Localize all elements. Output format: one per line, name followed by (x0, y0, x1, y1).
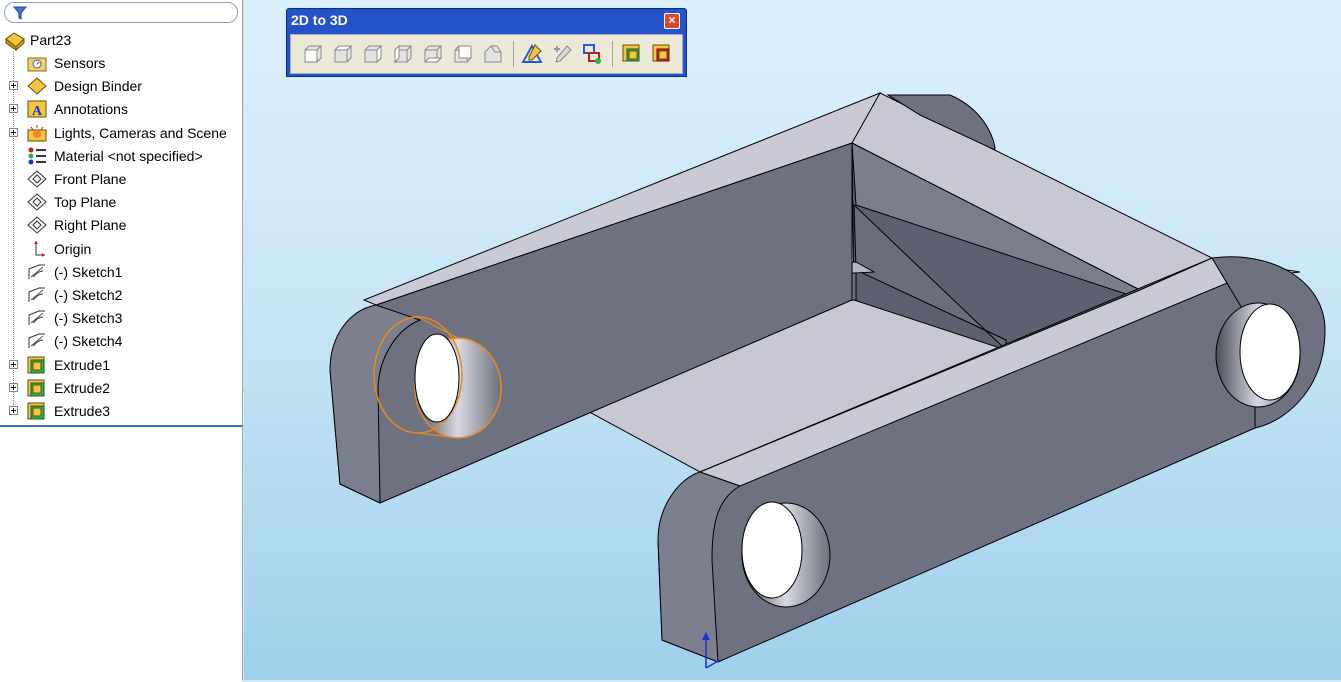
annotations-icon: A (27, 100, 47, 119)
sketch-icon (27, 286, 47, 304)
tree-item-top-plane[interactable]: Top Plane (0, 191, 240, 213)
plane-icon (27, 170, 47, 188)
repair-sketch-icon (583, 44, 601, 64)
part-model[interactable] (244, 0, 1341, 680)
graphics-viewport[interactable] (244, 0, 1341, 680)
2d-to-3d-toolbar[interactable]: 2D to 3D × (286, 8, 687, 77)
plane-icon (27, 216, 47, 235)
expand-icon[interactable] (9, 104, 18, 114)
tree-item-material-not-specified[interactable]: Material <not specified> (0, 145, 240, 167)
tree-item-origin[interactable]: Origin (0, 238, 240, 260)
tree-item-sketch2[interactable]: (-) Sketch2 (0, 284, 240, 306)
toolbar-separator (612, 41, 613, 67)
tree-item-sensors[interactable]: Sensors (0, 52, 240, 74)
right-view-button[interactable] (361, 42, 385, 66)
tree-item-label: (-) Sketch2 (54, 287, 123, 303)
extrude-icon (27, 402, 47, 420)
tree-item-label: Origin (54, 240, 92, 257)
sketch-icon (27, 309, 47, 327)
tree-lower-area (0, 425, 242, 682)
add-to-sketch-icon (554, 45, 572, 63)
close-icon: × (668, 13, 676, 27)
design-binder-icon (27, 77, 47, 95)
bottom-view-icon (423, 45, 443, 63)
extrude-icon (27, 379, 47, 397)
sketch-icon (27, 332, 47, 350)
toolbar-separator (513, 41, 514, 67)
back-view-icon (454, 45, 472, 63)
origin-icon (27, 240, 47, 258)
plane-icon (27, 193, 47, 211)
svg-text:A: A (32, 104, 43, 118)
tree-item-extrude3[interactable]: Extrude3 (0, 400, 240, 422)
tree-item-label: Annotations (54, 101, 128, 118)
tree-item-label: Material <not specified> (54, 147, 203, 164)
sensors-icon (27, 54, 47, 72)
tree-item-label: Extrude3 (54, 403, 111, 419)
tree-item-label: Extrude2 (54, 379, 111, 396)
cut-icon (652, 44, 670, 62)
tree-item-sketch1[interactable]: (-) Sketch1 (0, 261, 240, 283)
expand-icon[interactable] (9, 359, 18, 369)
expand-icon[interactable] (9, 81, 18, 91)
tree-item-label: (-) Sketch3 (54, 310, 123, 327)
tree-root-part[interactable]: Part23 (0, 29, 240, 52)
extrude-button[interactable] (620, 42, 644, 66)
expand-icon[interactable] (9, 127, 18, 137)
repair-sketch-button[interactable] (580, 42, 604, 66)
add-to-sketch-button[interactable] (550, 42, 574, 66)
tree-item-sketch3[interactable]: (-) Sketch3 (0, 307, 240, 329)
right-view-icon (364, 44, 382, 64)
lights-icon (27, 124, 47, 142)
sketch-icon (27, 263, 47, 281)
front-view-button[interactable] (301, 42, 325, 66)
part-icon (4, 31, 25, 52)
tree-item-extrude2[interactable]: Extrude2 (0, 377, 240, 399)
toolbar-body (290, 34, 683, 74)
tree-item-label: Lights, Cameras and Scene (54, 124, 227, 141)
tree-item-label: (-) Sketch1 (54, 263, 123, 280)
expand-icon[interactable] (9, 382, 18, 392)
tree-item-annotations[interactable]: A Annotations (0, 98, 240, 120)
auxiliary-view-icon (484, 45, 502, 63)
left-view-icon (394, 44, 412, 64)
tree-item-label: Front Plane (54, 171, 127, 187)
back-view-button[interactable] (451, 42, 475, 66)
cut-button[interactable] (650, 42, 674, 66)
extrude-icon (27, 356, 47, 374)
tree-item-lights-cameras-and-scene[interactable]: Lights, Cameras and Scene (0, 122, 240, 144)
left-view-button[interactable] (391, 42, 415, 66)
top-view-button[interactable] (331, 42, 355, 66)
extrude-icon (622, 44, 640, 62)
material-icon (27, 147, 47, 165)
tree-item-label: Extrude1 (54, 356, 111, 373)
tree-item-front-plane[interactable]: Front Plane (0, 168, 240, 190)
toolbar-title: 2D to 3D (291, 12, 348, 28)
new-sketch-icon (521, 43, 543, 63)
feature-manager-panel: Part23 Sensors Design Binder A Annotations L… (0, 0, 243, 682)
tree-item-label: Design Binder (54, 78, 142, 95)
bottom-view-button[interactable] (421, 42, 445, 66)
tree-filter[interactable] (4, 2, 238, 23)
expand-icon[interactable] (9, 406, 18, 415)
tree-item-sketch4[interactable]: (-) Sketch4 (0, 330, 240, 352)
tree-item-label: Top Plane (54, 194, 117, 211)
filter-icon[interactable] (12, 6, 28, 25)
new-sketch-button[interactable] (520, 42, 544, 66)
auxiliary-view-button[interactable] (481, 42, 505, 66)
tree-item-label: Right Plane (54, 217, 127, 234)
tree-item-right-plane[interactable]: Right Plane (0, 214, 240, 236)
tree-item-design-binder[interactable]: Design Binder (0, 75, 240, 97)
tree-item-label: Sensors (54, 55, 106, 71)
tree-item-label: (-) Sketch4 (54, 333, 123, 350)
tree-item-extrude1[interactable]: Extrude1 (0, 354, 240, 376)
close-button[interactable]: × (664, 13, 680, 29)
top-view-icon (333, 45, 353, 63)
tree-root-label: Part23 (30, 32, 72, 48)
front-view-icon (304, 45, 322, 63)
